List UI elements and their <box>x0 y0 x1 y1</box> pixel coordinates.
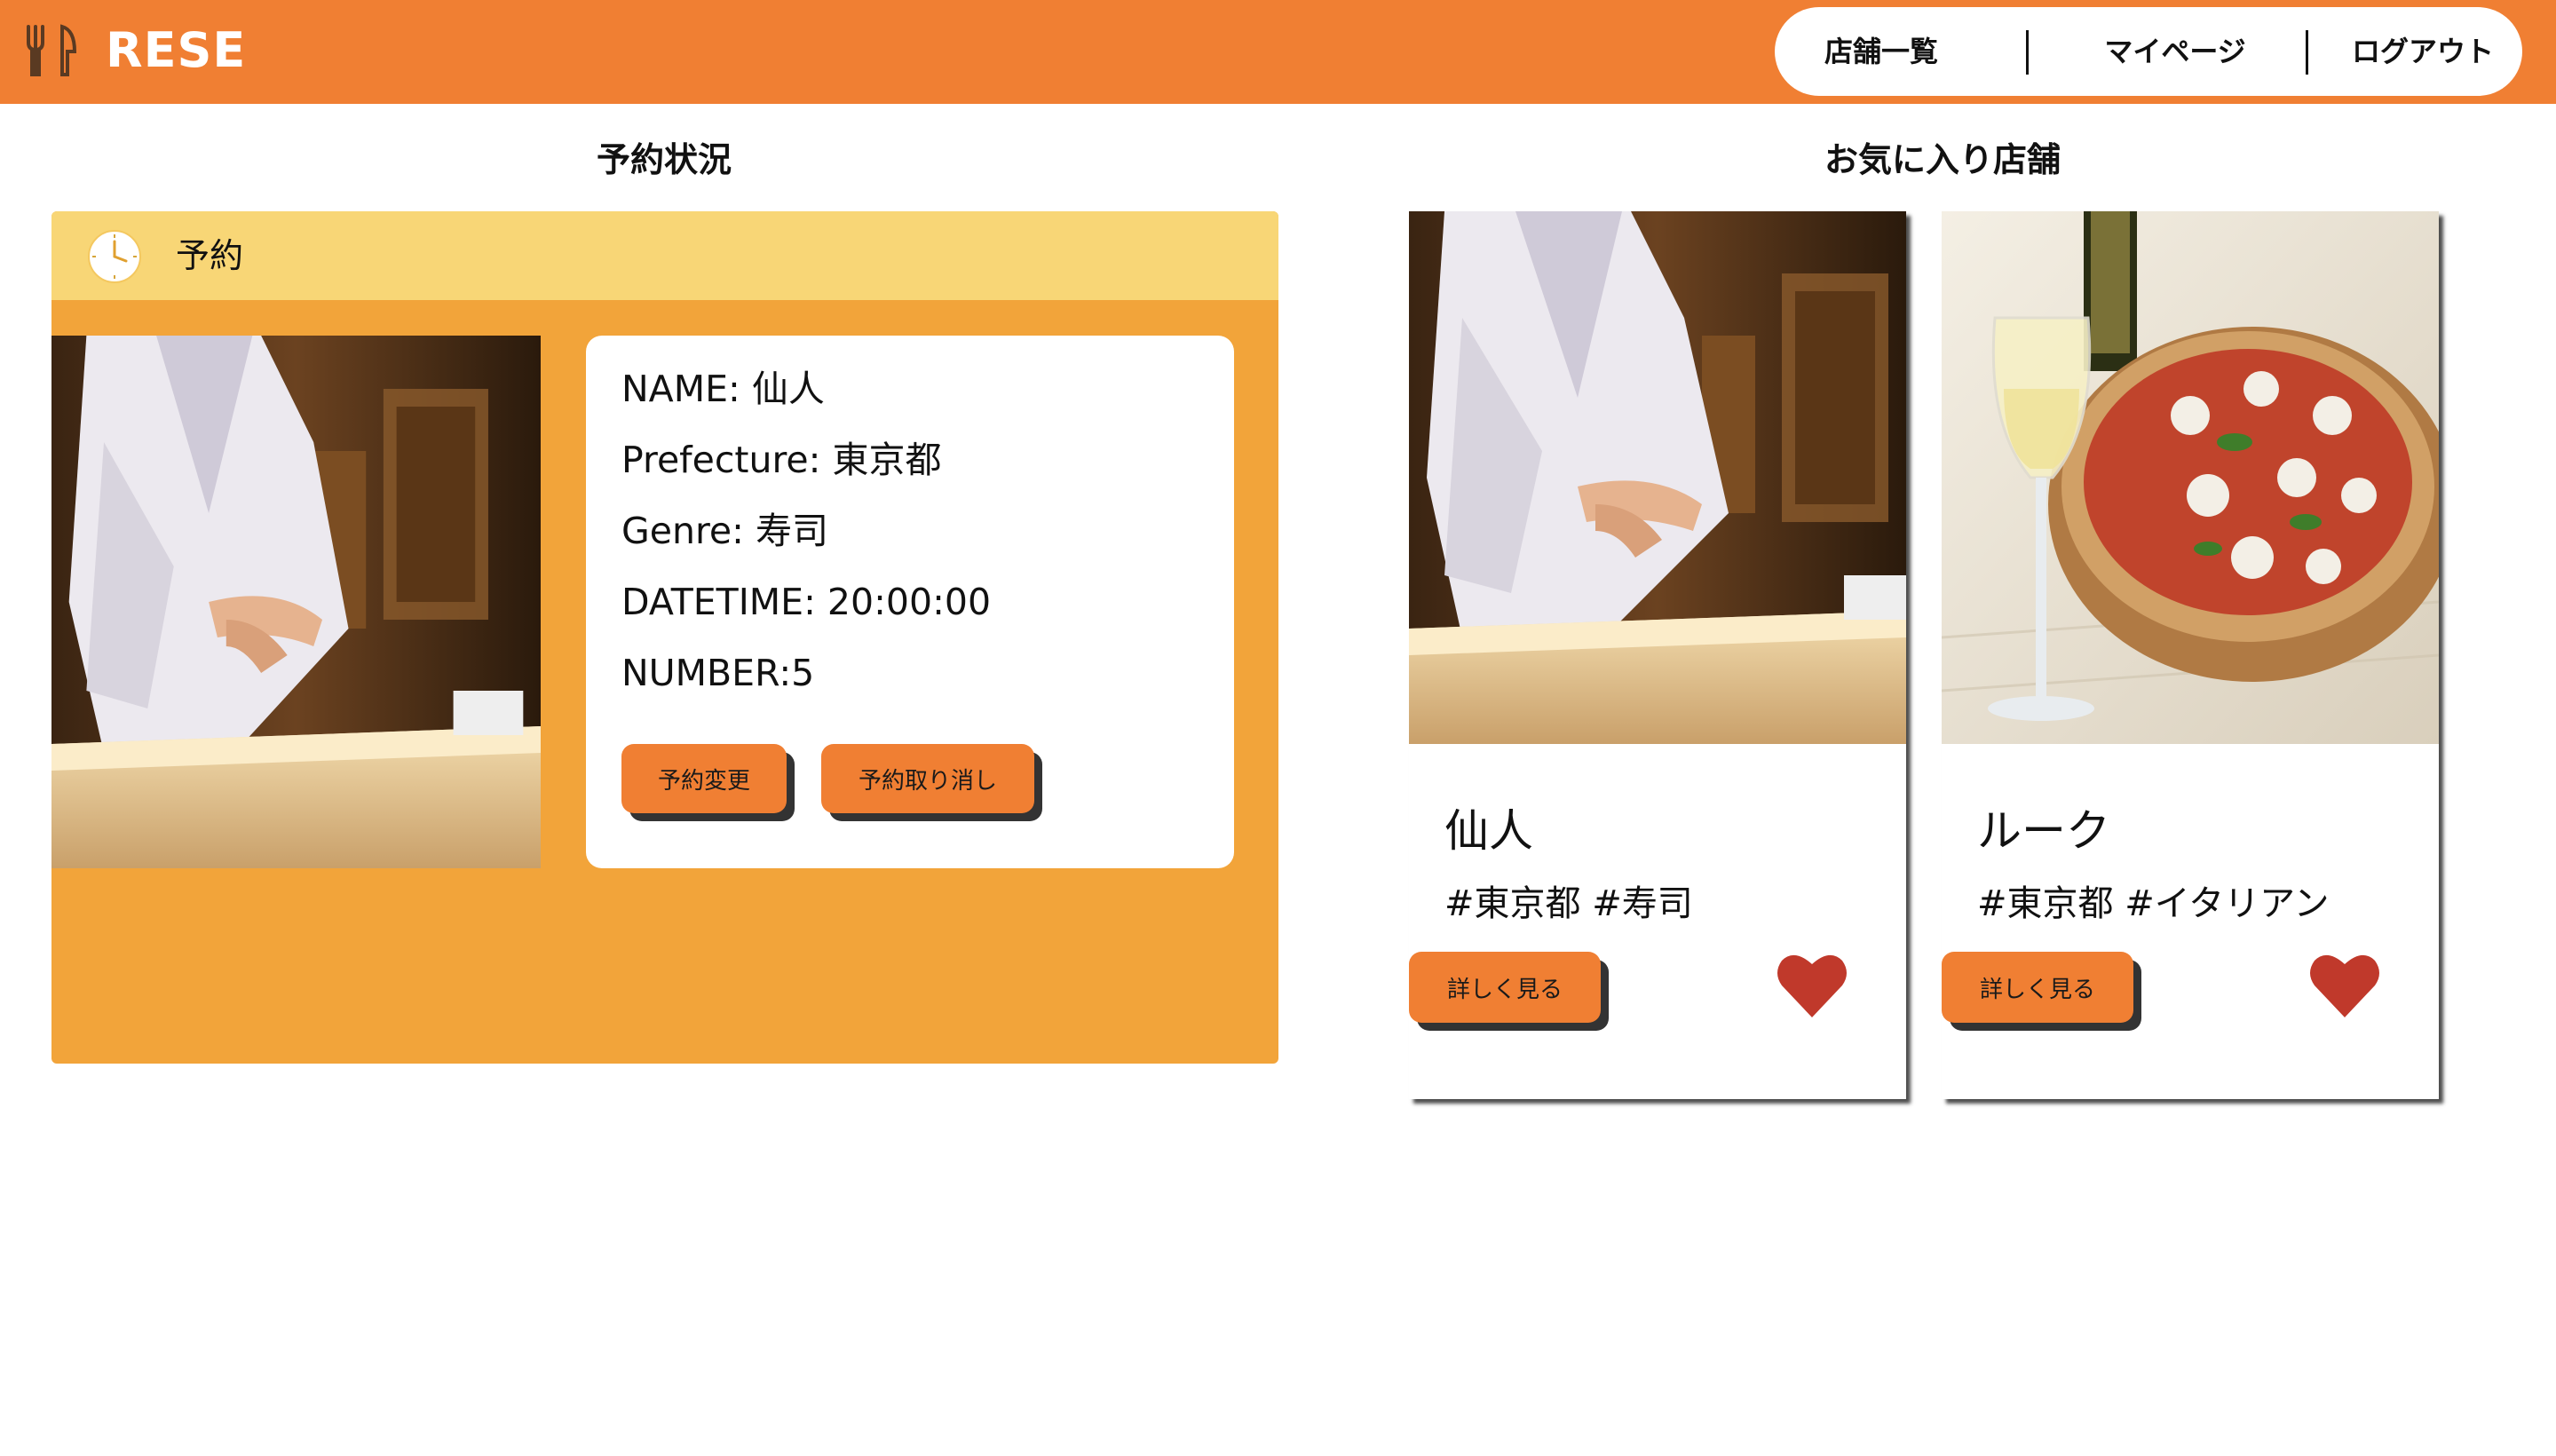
shop-photo <box>1942 211 2439 744</box>
nav-shop-list[interactable]: 店舗一覧 <box>1792 7 1970 96</box>
shop-card: ルーク #東京都 #イタリアン 詳しく見る <box>1942 211 2439 1099</box>
cancel-reservation-button[interactable]: 予約取り消し <box>821 744 1034 813</box>
nav-divider <box>2306 30 2308 75</box>
shop-name: ルーク <box>1977 805 2110 857</box>
change-reservation-button[interactable]: 予約変更 <box>621 744 787 813</box>
shop-detail-button[interactable]: 詳しく見る <box>1942 952 2133 1023</box>
nav-logout[interactable]: ログアウト <box>2334 7 2512 96</box>
reservation-datetime: DATETIME: 20:00:00 <box>621 581 992 623</box>
reservation-status-title: 予約状況 <box>596 140 732 179</box>
nav-divider <box>2026 30 2029 75</box>
fork-knife-icon <box>27 24 77 76</box>
reservation-number: NUMBER:5 <box>621 652 815 694</box>
heart-icon[interactable] <box>1775 948 1849 1023</box>
reservation-card: 予約 NAME: 仙人 Prefecture: 東京都 Genre: 寿司 DA… <box>51 211 1278 1064</box>
shop-photo <box>1409 211 1906 744</box>
reservation-card-header: 予約 <box>51 211 1278 300</box>
shop-name: 仙人 <box>1444 805 1533 857</box>
reservation-label: 予約 <box>176 236 244 275</box>
shop-tags: #東京都 #寿司 <box>1444 883 1693 924</box>
shop-card: 仙人 #東京都 #寿司 詳しく見る <box>1409 211 1906 1099</box>
reservation-genre: Genre: 寿司 <box>621 510 829 552</box>
reservation-info: NAME: 仙人 Prefecture: 東京都 Genre: 寿司 DATET… <box>586 336 1234 868</box>
favorite-shops-title: お気に入り店舗 <box>1824 140 2061 179</box>
clock-icon <box>88 230 141 283</box>
nav-mypage[interactable]: マイページ <box>2064 7 2286 96</box>
reservation-name: NAME: 仙人 <box>621 368 825 410</box>
reservation-shop-photo <box>51 336 541 868</box>
app-header: RESE 店舗一覧 マイページ ログアウト <box>0 0 2556 104</box>
heart-icon[interactable] <box>2307 948 2382 1023</box>
shop-detail-button[interactable]: 詳しく見る <box>1409 952 1601 1023</box>
top-nav: 店舗一覧 マイページ ログアウト <box>1775 7 2522 96</box>
reservation-prefecture: Prefecture: 東京都 <box>621 439 942 481</box>
shop-tags: #東京都 #イタリアン <box>1977 883 2330 924</box>
app-logo[interactable]: RESE <box>106 20 246 82</box>
